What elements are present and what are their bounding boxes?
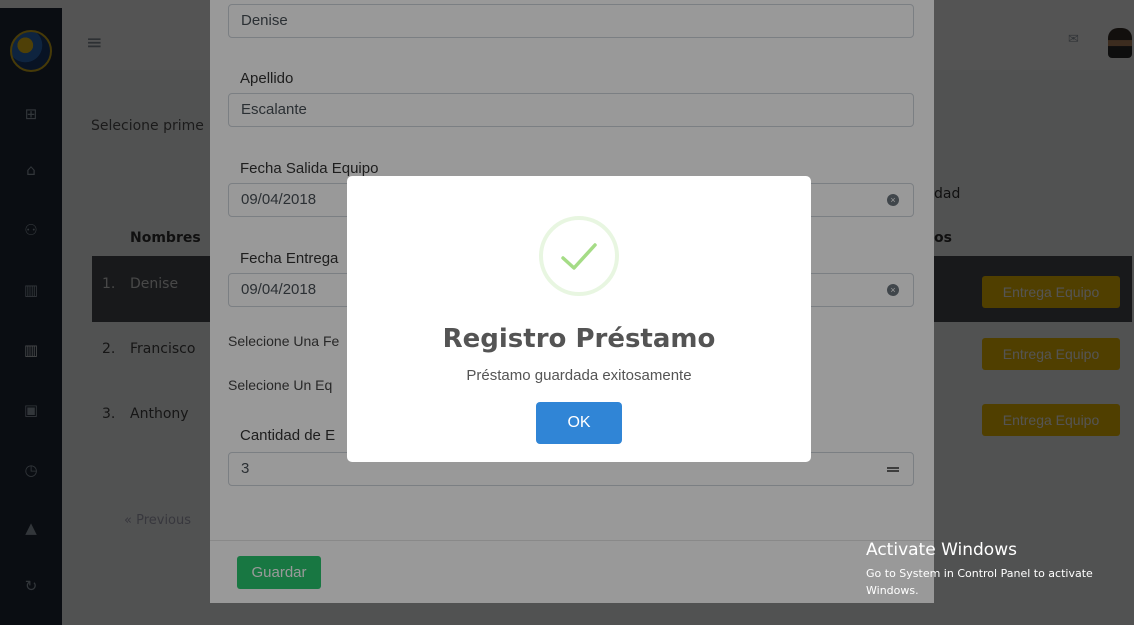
alert-message: Préstamo guardada exitosamente [466, 367, 692, 384]
success-check-icon [539, 216, 619, 296]
success-alert: Registro Préstamo Préstamo guardada exit… [347, 176, 811, 462]
alert-title: Registro Préstamo [442, 324, 716, 354]
activation-watermark-text: Go to System in Control Panel to activat… [866, 565, 1093, 599]
activation-watermark-line: Go to System in Control Panel to activat… [866, 567, 1093, 580]
activation-watermark-title: Activate Windows [866, 540, 1017, 560]
activation-watermark-line: Windows. [866, 584, 919, 597]
ok-button[interactable]: OK [536, 402, 622, 444]
page: ⊞ ⌂ ⚇ ▥ ▥ ▣ ◷ ▲ ↻ ≡ ✉ Selecione prime No… [0, 0, 1134, 625]
